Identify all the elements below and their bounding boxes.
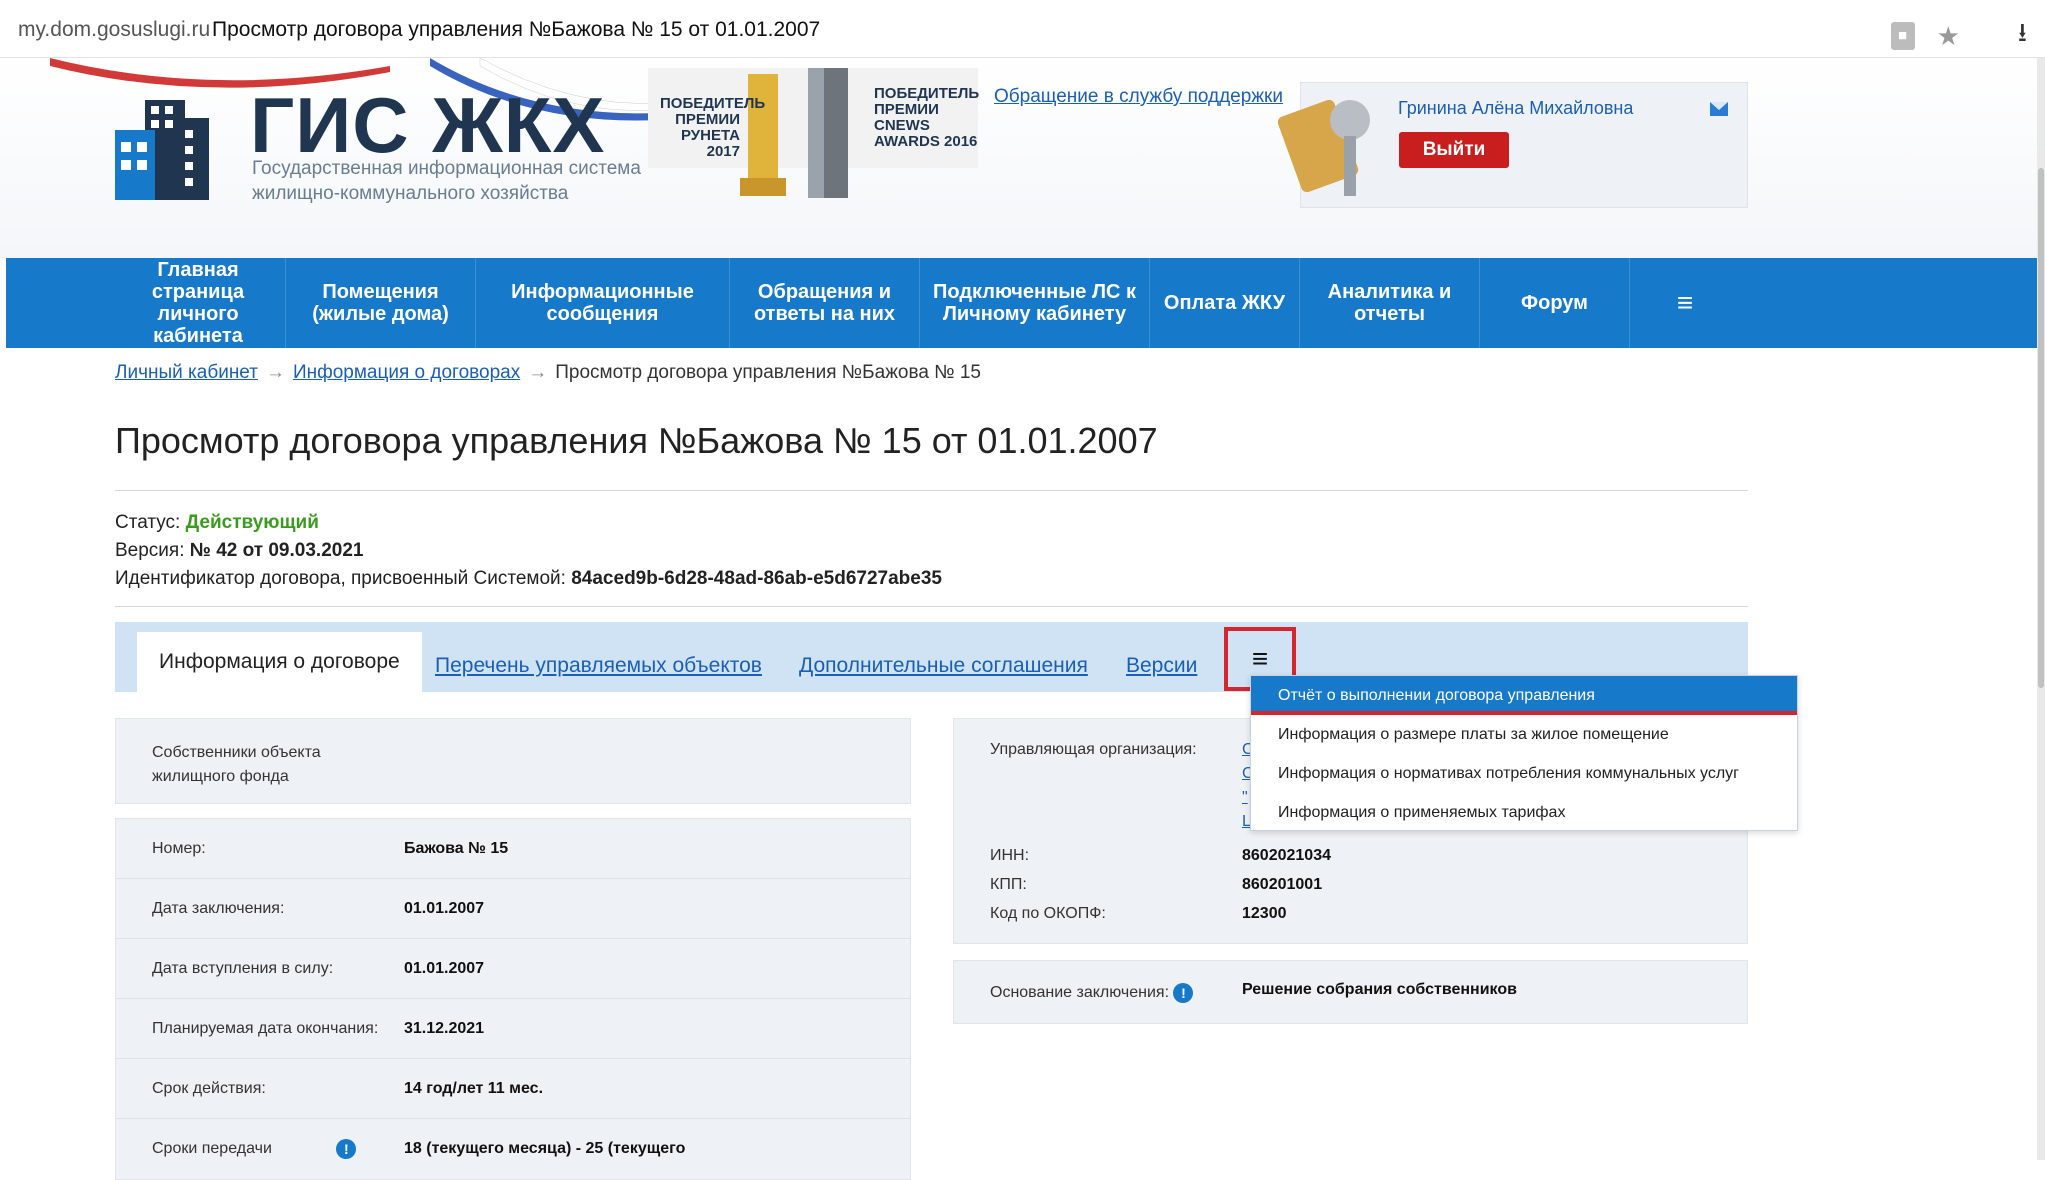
nav-menu-button[interactable]: ≡ <box>1630 258 1740 348</box>
breadcrumb-current: Просмотр договора управления №Бажова № 1… <box>555 362 981 383</box>
breadcrumb: Личный кабинет → Информация о договорах → Пр… <box>115 362 981 384</box>
breadcrumb-separator: → <box>528 362 548 383</box>
table-row: Номер: Бажова № 15 <box>116 819 910 879</box>
contract-details-panel: Собственники объекта жилищного фонда Ном… <box>115 718 911 1180</box>
divider <box>115 490 1748 491</box>
logo-subtitle: Государственная информационная система ж… <box>252 156 682 206</box>
row-label: Планируемая дата окончания: <box>152 1019 379 1037</box>
org-link[interactable]: " <box>1242 789 1248 807</box>
breadcrumb-separator: → <box>265 362 285 383</box>
owners-section[interactable]: Собственники объекта жилищного фонда <box>115 718 911 804</box>
award1-line1: ПОБЕДИТЕЛЬ <box>660 95 766 112</box>
row-label: Срок действия: <box>152 1079 266 1097</box>
tab-more-dropdown: Отчёт о выполнении договора управления И… <box>1250 675 1798 831</box>
nav-item-home[interactable]: Главная страница личного кабинета <box>6 258 286 348</box>
page-title: Просмотр договора управления №Бажова № 1… <box>115 420 1158 461</box>
scrollbar-thumb[interactable] <box>2038 168 2044 688</box>
keys-icon <box>1278 99 1370 196</box>
row-label: Дата вступления в силу: <box>152 959 334 977</box>
row-value: Бажова № 15 <box>404 839 509 857</box>
row-value: 18 (текущего месяца) - 25 (текущего <box>404 1140 686 1157</box>
download-icon[interactable]: ⭳ <box>2018 14 2027 58</box>
tab-managed-objects[interactable]: Перечень управляемых объектов <box>435 640 762 692</box>
info-icon[interactable]: ! <box>1173 983 1194 1003</box>
breadcrumb-contracts-link[interactable]: Информация о договорах <box>293 362 520 383</box>
user-name-link[interactable]: Гринина Алёна Михайловна <box>1398 98 1633 119</box>
owners-label-line1: Собственники объекта <box>152 744 321 761</box>
dropdown-item-housing-fee[interactable]: Информация о размере платы за жилое поме… <box>1251 715 1797 754</box>
inn-label: ИНН: <box>990 847 1030 864</box>
building-logo-icon <box>115 100 209 200</box>
tab-additional-agreements[interactable]: Дополнительные соглашения <box>799 640 1088 692</box>
nav-item-connected-accounts[interactable]: Подключенные ЛС к Личному кабинету <box>920 258 1150 348</box>
nav-item-analytics[interactable]: Аналитика и отчеты <box>1300 258 1480 348</box>
hamburger-menu-icon[interactable]: ≡ <box>1677 289 1693 317</box>
main-navigation: Главная страница личного кабинета Помеще… <box>6 258 2038 348</box>
award2-line2: ПРЕМИИ <box>874 101 939 118</box>
bookmark-star-icon[interactable]: ★ <box>1937 21 1960 52</box>
version-label: Версия: <box>115 540 185 561</box>
mail-icon[interactable] <box>1710 102 1728 116</box>
logo-subtitle-line1: Государственная информационная система <box>252 158 641 179</box>
okopf-label: Код по ОКОПФ: <box>990 905 1106 922</box>
row-value: 01.01.2007 <box>404 899 485 917</box>
contract-info: Статус: Действующий Версия: № 42 от 09.0… <box>115 509 942 593</box>
okopf-value: 12300 <box>1242 905 1287 922</box>
dropdown-item-report[interactable]: Отчёт о выполнении договора управления <box>1251 676 1797 715</box>
nav-item-payment[interactable]: Оплата ЖКУ <box>1150 258 1300 348</box>
org-label: Управляющая организация: <box>990 741 1197 758</box>
row-label: Дата заключения: <box>152 899 285 917</box>
nav-item-appeals[interactable]: Обращения и ответы на них <box>730 258 920 348</box>
row-value: 01.01.2007 <box>404 959 485 977</box>
status-badge: Действующий <box>185 512 319 533</box>
logout-button[interactable]: Выйти <box>1399 132 1509 168</box>
basis-value: Решение собрания собственников <box>1242 981 1517 998</box>
address-page-title: Просмотр договора управления №Бажова № 1… <box>212 18 821 41</box>
basis-panel: Основание заключения: ! Решение собрания… <box>953 960 1748 1024</box>
details-table: Номер: Бажова № 15 Дата заключения: 01.01.… <box>115 818 911 1180</box>
row-label: Сроки передачи ! <box>152 1139 404 1159</box>
table-row: Сроки передачи ! 18 (текущего месяца) - 2… <box>116 1119 910 1179</box>
row-label: Номер: <box>152 839 206 857</box>
browser-address-bar[interactable]: my.dom.gosuslugi.ru Просмотр договора уп… <box>0 0 2045 58</box>
divider <box>115 606 1748 607</box>
support-request-link[interactable]: Обращение в службу поддержки <box>994 86 1283 108</box>
awards-banner: ПОБЕДИТЕЛЬ ПРЕМИИ РУНЕТА 2017 ПОБЕДИТЕЛЬ… <box>648 68 980 200</box>
row-value: 14 год/лет 11 мес. <box>404 1079 544 1097</box>
dropdown-item-tariffs[interactable]: Информация о применяемых тарифах <box>1251 793 1797 832</box>
address-domain[interactable]: my.dom.gosuslugi.ru <box>18 18 210 42</box>
kpp-label: КПП: <box>990 876 1027 893</box>
logo-subtitle-line2: жилищно-коммунального хозяйства <box>252 183 569 204</box>
table-row: Планируемая дата окончания: 31.12.2021 <box>116 999 910 1059</box>
row-value: 31.12.2021 <box>404 1019 485 1037</box>
tab-versions[interactable]: Версии <box>1126 640 1197 692</box>
site-header: ГИС ЖКХ Государственная информационная с… <box>0 58 2045 258</box>
dropdown-item-consumption-norms[interactable]: Информация о нормативах потребления комм… <box>1251 754 1797 793</box>
table-row: Срок действия: 14 год/лет 11 мес. <box>116 1059 910 1119</box>
hamburger-menu-icon[interactable]: ≡ <box>1252 643 1268 674</box>
basis-label: Основание заключения: ! <box>990 983 1194 1003</box>
version-value: № 42 от 09.03.2021 <box>189 540 364 561</box>
table-row: Дата заключения: 01.01.2007 <box>116 879 910 939</box>
table-row: Дата вступления в силу: 01.01.2007 <box>116 939 910 999</box>
award2-line4: AWARDS 2016 <box>874 133 978 150</box>
contract-id-value: 84aced9b-6d28-48ad-86ab-e5d6727abe35 <box>571 568 942 589</box>
tab-contract-info[interactable]: Информация о договоре <box>137 632 422 692</box>
award2-line3: CNEWS <box>874 117 930 134</box>
status-label: Статус: <box>115 512 181 533</box>
nav-item-info-messages[interactable]: Информационные сообщения <box>476 258 730 348</box>
award1-line3: РУНЕТА 2017 <box>680 127 740 160</box>
kpp-value: 860201001 <box>1242 876 1323 893</box>
nav-item-premises[interactable]: Помещения (жилые дома) <box>286 258 476 348</box>
award2-line1: ПОБЕДИТЕЛЬ <box>874 85 980 102</box>
inn-value: 8602021034 <box>1242 847 1331 864</box>
info-icon[interactable]: ! <box>336 1139 357 1159</box>
breadcrumb-home-link[interactable]: Личный кабинет <box>115 362 258 383</box>
award1-line2: ПРЕМИИ <box>675 111 740 128</box>
contract-id-label: Идентификатор договора, присвоенный Сист… <box>115 568 566 589</box>
scrollbar[interactable] <box>2037 58 2045 1160</box>
owners-label-line2: жилищного фонда <box>152 768 289 785</box>
lock-icon[interactable]: ■ <box>1890 22 1915 50</box>
nav-item-forum[interactable]: Форум <box>1480 258 1630 348</box>
